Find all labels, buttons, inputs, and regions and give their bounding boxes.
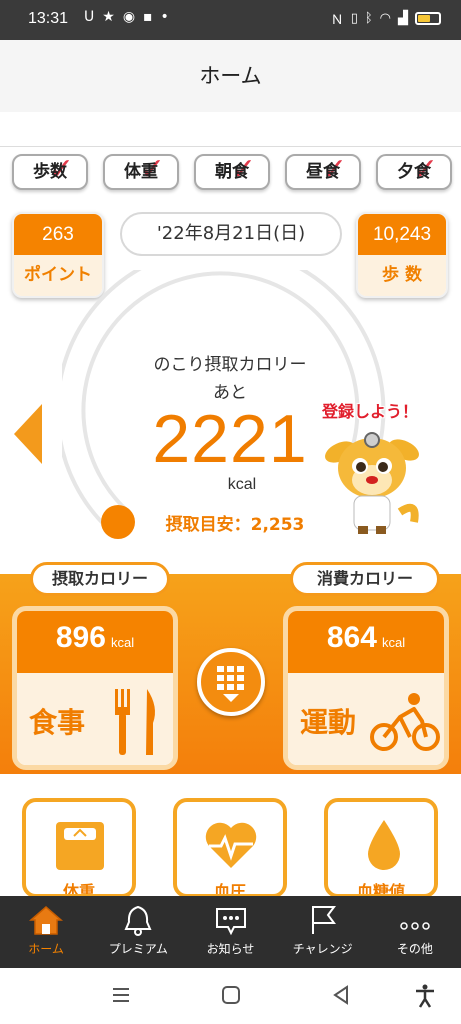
bell-icon <box>124 905 152 936</box>
prev-day-arrow[interactable] <box>14 404 42 464</box>
intake-tag: 摂取カロリー <box>30 562 170 596</box>
intake-unit: kcal <box>111 635 135 650</box>
tab-challenge[interactable]: チャレンジ <box>277 896 369 968</box>
notification-u-icon: Ս <box>84 9 95 25</box>
food-menu-button[interactable] <box>197 648 265 716</box>
stamp-steps[interactable]: ✓ 歩数 <box>12 152 88 190</box>
remaining-calories: 2221 <box>152 401 308 477</box>
remaining-unit: kcal <box>227 476 257 493</box>
signal-icon: ▟ <box>398 11 408 26</box>
tab-more[interactable]: その他 <box>369 896 461 968</box>
chat-icon <box>215 908 246 936</box>
weight-label: 体重 <box>62 882 95 898</box>
tab-premium[interactable]: プレミアム <box>92 896 184 968</box>
battery-icon <box>415 12 441 25</box>
intake-value: 896 <box>55 621 106 654</box>
stamp-lunch[interactable]: ✓ 昼食 <box>285 152 361 190</box>
sync-icon: ◉ <box>122 9 136 25</box>
home-icon <box>29 906 64 935</box>
bluetooth-icon: ᛒ <box>364 11 373 26</box>
nfc-icon: Ｎ <box>330 13 344 28</box>
exercise-label: 運動 <box>300 706 357 739</box>
star-icon: ★ <box>102 9 115 25</box>
wifi-icon: ◠ <box>379 11 391 26</box>
blood-sugar-label: 血糖値 <box>356 882 405 898</box>
more-icon <box>400 922 430 930</box>
recent-apps-icon[interactable] <box>110 984 132 1006</box>
app-header: ホーム <box>0 40 461 112</box>
exercise-card[interactable]: 864 kcal 運動 <box>283 606 449 770</box>
status-time: 13:31 <box>28 10 69 27</box>
dot-icon: • <box>160 9 169 25</box>
burn-unit: kcal <box>382 635 406 650</box>
tab-home[interactable]: ホーム <box>0 896 92 968</box>
vibrate-icon: ▯ <box>350 11 358 26</box>
tab-news[interactable]: お知らせ <box>184 896 276 968</box>
flag-icon <box>311 906 336 934</box>
points-value: 263 <box>14 214 102 255</box>
blood-sugar-tile[interactable]: 血糖値 <box>324 798 438 898</box>
accessibility-icon[interactable] <box>414 984 436 1008</box>
mascot-bubble: 登録しよう！ <box>322 402 419 421</box>
status-bar: 13:31 Ս ★ ◉ ▪ • Ｎ ▯ ᛒ ◠ ▟ <box>0 0 461 40</box>
back-icon[interactable] <box>330 984 352 1006</box>
heart-pulse-icon <box>205 822 257 868</box>
grid-menu-icon <box>217 666 244 702</box>
scale-icon <box>56 822 104 870</box>
blood-pressure-label: 血圧 <box>213 882 246 898</box>
burn-value: 864 <box>326 621 377 654</box>
status-right-icons: Ｎ ▯ ᛒ ◠ ▟ <box>331 9 441 28</box>
burn-tag: 消費カロリー <box>290 562 440 596</box>
blood-pressure-tile[interactable]: 血圧 <box>173 798 287 898</box>
steps-value: 10,243 <box>358 214 446 255</box>
stamp-breakfast[interactable]: ✓ 朝食 <box>194 152 270 190</box>
fork-knife-icon <box>115 689 155 755</box>
date-selector[interactable]: '22年8月21日(日) <box>120 212 342 256</box>
deer-mascot-icon[interactable] <box>318 422 428 537</box>
weight-tile[interactable]: 体重 <box>22 798 136 898</box>
record-stamps: ✓ 歩数 ✓ 体重 ✓ 朝食 ✓ 昼食 ✓ 夕食 <box>12 152 452 190</box>
bottom-tab-bar: ホーム プレミアム お知らせ チャレンジ その他 <box>0 896 461 968</box>
status-left-icons: Ս ★ ◉ ▪ • <box>84 9 169 25</box>
intake-target: 摂取目安：2,253 <box>165 515 305 535</box>
system-nav-bar <box>0 968 461 1024</box>
cyclist-icon <box>370 693 440 751</box>
header-divider <box>0 146 461 147</box>
stamp-dinner[interactable]: ✓ 夕食 <box>376 152 452 190</box>
message-icon: ▪ <box>143 9 153 25</box>
drop-icon <box>368 820 400 870</box>
home-nav-icon[interactable] <box>220 984 242 1006</box>
page-title: ホーム <box>199 64 262 88</box>
meal-label: 食事 <box>29 706 86 739</box>
gauge-fill <box>101 505 135 539</box>
meal-card[interactable]: 896 kcal 食事 <box>12 606 178 770</box>
stamp-weight[interactable]: ✓ 体重 <box>103 152 179 190</box>
remaining-label: のこり摂取カロリー <box>153 355 307 375</box>
